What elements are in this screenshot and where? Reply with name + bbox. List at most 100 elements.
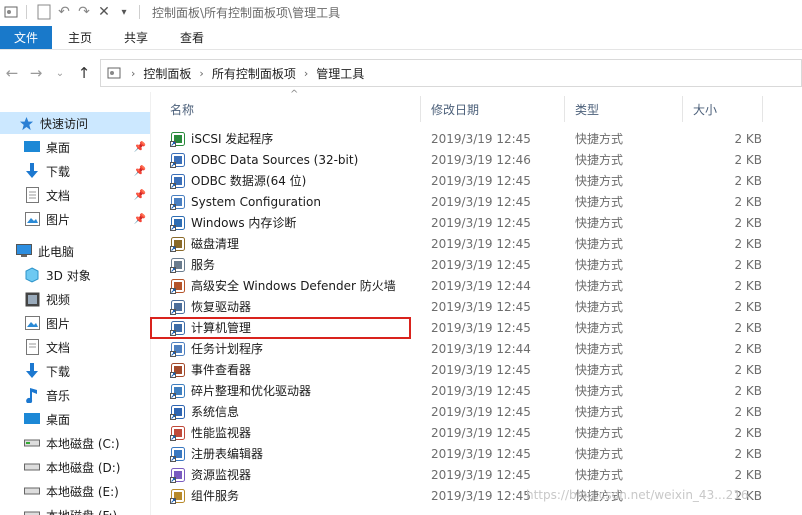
pin-icon[interactable]: 📌 [134, 190, 146, 201]
sidebar-item-documents[interactable]: 文档 📌 [0, 184, 150, 206]
sidebar-item-pictures-pc[interactable]: 图片 [0, 312, 150, 334]
table-row[interactable]: 服务 2019/3/19 12:45 快捷方式 2 KB [160, 254, 802, 275]
column-header-size[interactable]: 大小 [683, 96, 763, 122]
file-name: Windows 内存诊断 [191, 216, 297, 230]
table-row[interactable]: ODBC 数据源(64 位) 2019/3/19 12:45 快捷方式 2 KB [160, 170, 802, 191]
sidebar-item-videos[interactable]: 视频 [0, 288, 150, 310]
column-header-date[interactable]: 修改日期 [421, 96, 565, 122]
table-row[interactable]: 资源监视器 2019/3/19 12:45 快捷方式 2 KB [160, 464, 802, 485]
file-name-cell: 组件服务 [160, 485, 420, 506]
file-name: ODBC Data Sources (32-bit) [191, 152, 359, 167]
sidebar-item-drive-e[interactable]: 本地磁盘 (E:) [0, 480, 150, 502]
sidebar-item-downloads-pc[interactable]: 下载 [0, 360, 150, 382]
sidebar-item-drive-c[interactable]: 本地磁盘 (C:) [0, 432, 150, 454]
table-row[interactable]: Windows 内存诊断 2019/3/19 12:45 快捷方式 2 KB [160, 212, 802, 233]
table-row[interactable]: ODBC Data Sources (32-bit) 2019/3/19 12:4… [160, 149, 802, 170]
undo-icon[interactable]: ↶ [55, 3, 73, 21]
desktop-icon [24, 139, 40, 155]
table-row[interactable]: 恢复驱动器 2019/3/19 12:45 快捷方式 2 KB [160, 296, 802, 317]
sidebar-item-documents-pc[interactable]: 文档 [0, 336, 150, 358]
file-type: 快捷方式 [575, 405, 624, 419]
file-name-cell: ODBC Data Sources (32-bit) [160, 149, 420, 170]
pin-icon[interactable]: 📌 [134, 166, 146, 177]
sidebar-item-pictures[interactable]: 图片 📌 [0, 208, 150, 230]
breadcrumb-separator-icon[interactable]: › [131, 67, 135, 80]
column-header-type[interactable]: 类型 [565, 96, 683, 122]
breadcrumb-all-items[interactable]: 所有控制面板项 [212, 65, 296, 82]
table-row[interactable]: 系统信息 2019/3/19 12:45 快捷方式 2 KB [160, 401, 802, 422]
file-type: 快捷方式 [575, 258, 624, 272]
table-row[interactable]: 注册表编辑器 2019/3/19 12:45 快捷方式 2 KB [160, 443, 802, 464]
sidebar-item-this-pc[interactable]: 此电脑 [0, 240, 150, 262]
tab-home[interactable]: 主页 [52, 26, 108, 49]
sidebar-item-label: 桌面 [46, 140, 71, 155]
forward-arrow-icon[interactable]: → [24, 61, 48, 85]
breadcrumb-separator-icon[interactable]: › [199, 67, 203, 80]
sidebar-item-label: 3D 对象 [46, 268, 91, 283]
file-name: 高级安全 Windows Defender 防火墙 [191, 279, 396, 293]
tab-share[interactable]: 共享 [108, 26, 164, 49]
sidebar-item-desktop[interactable]: 桌面 📌 [0, 136, 150, 158]
star-icon [18, 115, 34, 131]
table-row[interactable]: iSCSI 发起程序 2019/3/19 12:45 快捷方式 2 KB [160, 128, 802, 149]
file-date: 2019/3/19 12:44 [431, 278, 531, 293]
sidebar-item-quick-access[interactable]: 快速访问 [0, 112, 150, 134]
video-icon [24, 291, 40, 307]
tab-file[interactable]: 文件 [0, 26, 53, 49]
pin-icon[interactable]: 📌 [134, 142, 146, 153]
table-row[interactable]: 磁盘清理 2019/3/19 12:45 快捷方式 2 KB [160, 233, 802, 254]
sidebar-item-drive-d[interactable]: 本地磁盘 (D:) [0, 456, 150, 478]
back-arrow-icon[interactable]: ← [0, 61, 24, 85]
file-type: 快捷方式 [575, 237, 624, 251]
toolbar-divider [139, 5, 140, 19]
column-header-name[interactable]: 名称 [160, 96, 421, 122]
table-row[interactable]: 性能监视器 2019/3/19 12:45 快捷方式 2 KB [160, 422, 802, 443]
file-date: 2019/3/19 12:45 [431, 173, 531, 188]
sidebar-item-3d-objects[interactable]: 3D 对象 [0, 264, 150, 286]
table-row[interactable]: 事件查看器 2019/3/19 12:45 快捷方式 2 KB [160, 359, 802, 380]
toolbar-divider [26, 5, 27, 19]
control-panel-icon[interactable] [2, 3, 20, 21]
globe-icon [170, 131, 186, 147]
file-date: 2019/3/19 12:45 [431, 446, 531, 461]
pane-divider[interactable] [150, 92, 151, 515]
drive-icon [24, 435, 40, 451]
customize-toolbar-icon[interactable]: ▾ [115, 3, 133, 21]
properties-icon[interactable] [35, 3, 53, 21]
file-type: 快捷方式 [575, 300, 624, 314]
sidebar-item-music[interactable]: 音乐 [0, 384, 150, 406]
table-row[interactable]: 碎片整理和优化驱动器 2019/3/19 12:45 快捷方式 2 KB [160, 380, 802, 401]
table-row[interactable]: 计算机管理 2019/3/19 12:45 快捷方式 2 KB [160, 317, 802, 338]
navigation-bar: ← → ⌄ ↑ › 控制面板 › 所有控制面板项 › 管理工具 [0, 58, 802, 88]
up-arrow-icon[interactable]: ↑ [72, 61, 96, 85]
table-row[interactable]: 高级安全 Windows Defender 防火墙 2019/3/19 12:44… [160, 275, 802, 296]
component-services-icon [170, 488, 186, 504]
redo-icon[interactable]: ↷ [75, 3, 93, 21]
config-icon [170, 194, 186, 210]
delete-icon[interactable]: ✕ [95, 3, 113, 21]
breadcrumb-separator-icon[interactable]: › [304, 67, 308, 80]
resource-monitor-icon [170, 467, 186, 483]
defrag-icon [170, 383, 186, 399]
sidebar-item-drive-f[interactable]: 本地磁盘 (F:) [0, 504, 150, 515]
clock-icon [170, 341, 186, 357]
recent-locations-chevron-icon[interactable]: ⌄ [48, 61, 72, 85]
pin-icon[interactable]: 📌 [134, 214, 146, 225]
breadcrumb-admin-tools[interactable]: 管理工具 [316, 65, 364, 82]
sidebar-item-downloads[interactable]: 下载 📌 [0, 160, 150, 182]
sidebar-item-label: 图片 [46, 316, 71, 331]
file-date: 2019/3/19 12:45 [431, 194, 531, 209]
table-row[interactable]: 任务计划程序 2019/3/19 12:44 快捷方式 2 KB [160, 338, 802, 359]
file-name: 事件查看器 [191, 363, 252, 377]
file-type: 快捷方式 [575, 342, 624, 356]
table-row[interactable]: System Configuration 2019/3/19 12:45 快捷方式 2… [160, 191, 802, 212]
breadcrumb-control-panel[interactable]: 控制面板 [143, 65, 191, 82]
file-name-cell: 服务 [160, 254, 420, 275]
control-panel-icon [105, 64, 123, 82]
computer-icon [16, 243, 32, 259]
tab-view[interactable]: 查看 [164, 26, 220, 49]
address-bar[interactable]: › 控制面板 › 所有控制面板项 › 管理工具 [100, 59, 802, 87]
file-type: 快捷方式 [575, 426, 624, 440]
sidebar-item-label: 下载 [46, 364, 71, 379]
sidebar-item-desktop-pc[interactable]: 桌面 [0, 408, 150, 430]
